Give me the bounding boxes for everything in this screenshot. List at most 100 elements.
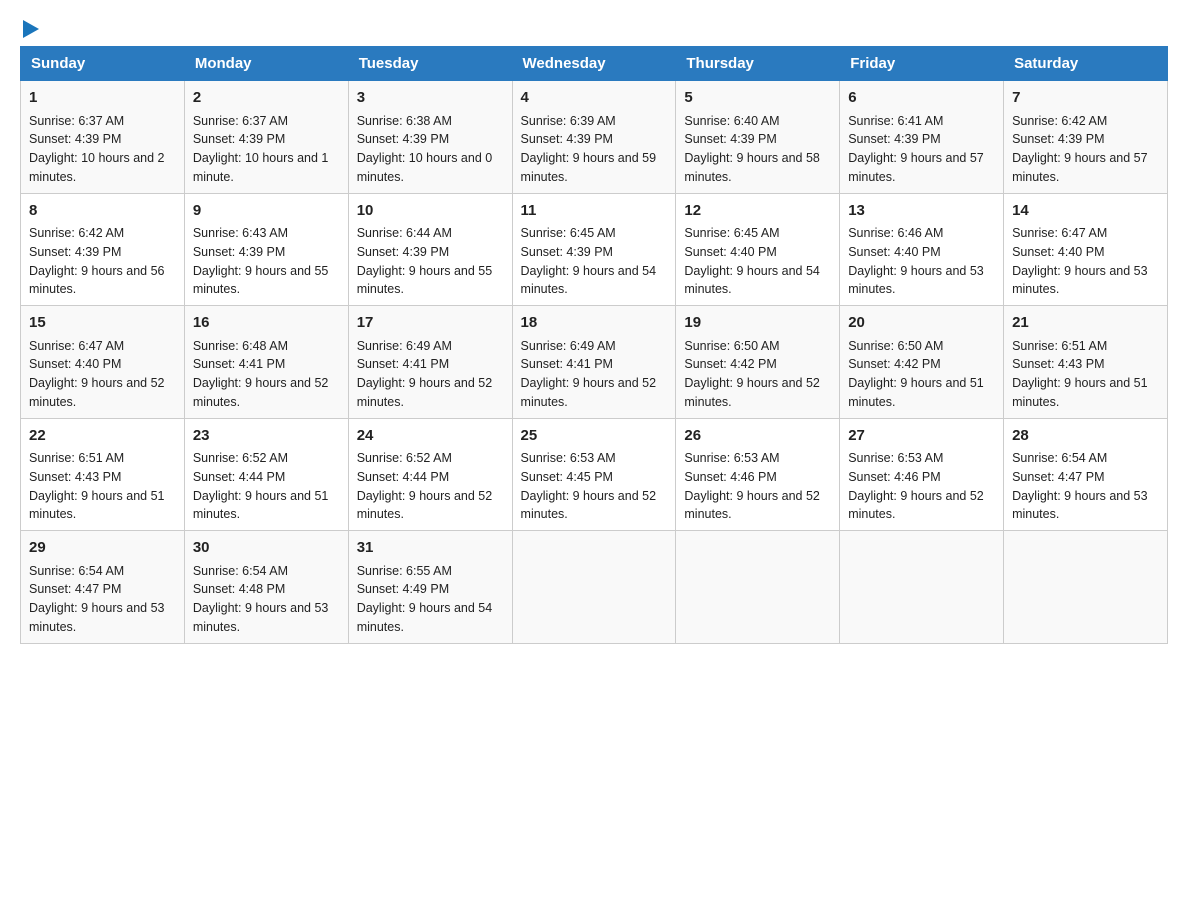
day-sunset: Sunset: 4:39 PM xyxy=(521,245,613,259)
calendar-cell: 1Sunrise: 6:37 AMSunset: 4:39 PMDaylight… xyxy=(21,81,185,194)
day-sunset: Sunset: 4:39 PM xyxy=(521,132,613,146)
day-daylight: Daylight: 9 hours and 52 minutes. xyxy=(193,376,329,409)
day-number: 3 xyxy=(357,87,504,110)
day-sunset: Sunset: 4:39 PM xyxy=(1012,132,1104,146)
calendar-week-row: 8 Sunrise: 6:42 AM Sunset: 4:39 PM Daylight… xyxy=(21,193,1168,306)
calendar-cell xyxy=(1004,531,1168,644)
calendar-cell xyxy=(512,531,676,644)
day-number: 1 xyxy=(29,87,176,110)
day-sunset: Sunset: 4:40 PM xyxy=(29,357,121,371)
day-sunrise: Sunrise: 6:42 AM xyxy=(1012,114,1107,128)
logo xyxy=(20,20,39,36)
day-daylight: Daylight: 9 hours and 52 minutes. xyxy=(357,489,493,522)
day-sunset: Sunset: 4:39 PM xyxy=(193,132,285,146)
day-sunset: Sunset: 4:39 PM xyxy=(193,245,285,259)
day-sunrise: Sunrise: 6:55 AM xyxy=(357,564,452,578)
day-number: 23 xyxy=(193,425,340,448)
calendar-cell: 29Sunrise: 6:54 AMSunset: 4:47 PMDayligh… xyxy=(21,531,185,644)
day-sunrise: Sunrise: 6:37 AM xyxy=(193,114,288,128)
day-sunrise: Sunrise: 6:48 AM xyxy=(193,339,288,353)
day-daylight: Daylight: 9 hours and 53 minutes. xyxy=(848,264,984,297)
day-number: 19 xyxy=(684,312,831,335)
day-daylight: Daylight: 9 hours and 57 minutes. xyxy=(1012,151,1148,184)
calendar-week-row: 29Sunrise: 6:54 AMSunset: 4:47 PMDayligh… xyxy=(21,531,1168,644)
calendar-cell: 4Sunrise: 6:39 AMSunset: 4:39 PMDaylight… xyxy=(512,81,676,194)
day-sunrise: Sunrise: 6:52 AM xyxy=(357,451,452,465)
calendar-cell: 30 Sunrise: 6:54 AM Sunset: 4:48 PM Dayligh… xyxy=(184,531,348,644)
day-header-thursday: Thursday xyxy=(676,47,840,81)
day-number: 2 xyxy=(193,87,340,110)
day-sunrise: Sunrise: 6:42 AM xyxy=(29,226,124,240)
calendar-cell: 31Sunrise: 6:55 AMSunset: 4:49 PMDayligh… xyxy=(348,531,512,644)
day-daylight: Daylight: 9 hours and 51 minutes. xyxy=(1012,376,1148,409)
day-sunset: Sunset: 4:44 PM xyxy=(193,470,285,484)
calendar-cell: 21Sunrise: 6:51 AMSunset: 4:43 PMDayligh… xyxy=(1004,306,1168,419)
day-number: 22 xyxy=(29,425,176,448)
day-number: 5 xyxy=(684,87,831,110)
day-daylight: Daylight: 9 hours and 54 minutes. xyxy=(684,264,820,297)
calendar-cell: 13Sunrise: 6:46 AMSunset: 4:40 PMDayligh… xyxy=(840,193,1004,306)
day-daylight: Daylight: 9 hours and 52 minutes. xyxy=(521,489,657,522)
day-sunrise: Sunrise: 6:47 AM xyxy=(1012,226,1107,240)
calendar-cell: 28Sunrise: 6:54 AMSunset: 4:47 PMDayligh… xyxy=(1004,418,1168,531)
day-daylight: Daylight: 9 hours and 53 minutes. xyxy=(193,601,329,634)
day-daylight: Daylight: 9 hours and 51 minutes. xyxy=(848,376,984,409)
day-number: 26 xyxy=(684,425,831,448)
day-number: 14 xyxy=(1012,200,1159,223)
day-daylight: Daylight: 9 hours and 57 minutes. xyxy=(848,151,984,184)
day-sunrise: Sunrise: 6:54 AM xyxy=(193,564,288,578)
calendar-cell xyxy=(840,531,1004,644)
calendar-table: SundayMondayTuesdayWednesdayThursdayFrid… xyxy=(20,46,1168,644)
day-header-saturday: Saturday xyxy=(1004,47,1168,81)
day-daylight: Daylight: 9 hours and 51 minutes. xyxy=(193,489,329,522)
calendar-cell: 16Sunrise: 6:48 AMSunset: 4:41 PMDayligh… xyxy=(184,306,348,419)
day-sunrise: Sunrise: 6:54 AM xyxy=(29,564,124,578)
day-sunset: Sunset: 4:48 PM xyxy=(193,582,285,596)
day-daylight: Daylight: 9 hours and 53 minutes. xyxy=(1012,489,1148,522)
day-number: 27 xyxy=(848,425,995,448)
day-daylight: Daylight: 9 hours and 52 minutes. xyxy=(521,376,657,409)
calendar-cell: 14Sunrise: 6:47 AMSunset: 4:40 PMDayligh… xyxy=(1004,193,1168,306)
day-number: 20 xyxy=(848,312,995,335)
day-daylight: Daylight: 9 hours and 59 minutes. xyxy=(521,151,657,184)
day-number: 15 xyxy=(29,312,176,335)
day-daylight: Daylight: 9 hours and 55 minutes. xyxy=(193,264,329,297)
day-sunrise: Sunrise: 6:49 AM xyxy=(357,339,452,353)
day-sunset: Sunset: 4:42 PM xyxy=(684,357,776,371)
day-sunset: Sunset: 4:39 PM xyxy=(29,132,121,146)
day-daylight: Daylight: 9 hours and 51 minutes. xyxy=(29,489,165,522)
day-sunrise: Sunrise: 6:41 AM xyxy=(848,114,943,128)
day-header-monday: Monday xyxy=(184,47,348,81)
day-sunset: Sunset: 4:42 PM xyxy=(848,357,940,371)
day-sunrise: Sunrise: 6:43 AM xyxy=(193,226,288,240)
day-sunset: Sunset: 4:39 PM xyxy=(848,132,940,146)
day-number: 8 xyxy=(29,200,176,223)
day-sunrise: Sunrise: 6:44 AM xyxy=(357,226,452,240)
day-sunset: Sunset: 4:41 PM xyxy=(193,357,285,371)
day-sunset: Sunset: 4:46 PM xyxy=(684,470,776,484)
day-number: 6 xyxy=(848,87,995,110)
day-number: 24 xyxy=(357,425,504,448)
day-number: 9 xyxy=(193,200,340,223)
day-header-tuesday: Tuesday xyxy=(348,47,512,81)
day-daylight: Daylight: 9 hours and 54 minutes. xyxy=(521,264,657,297)
day-header-sunday: Sunday xyxy=(21,47,185,81)
day-sunrise: Sunrise: 6:46 AM xyxy=(848,226,943,240)
calendar-cell: 8Sunrise: 6:42 AMSunset: 4:39 PMDaylight… xyxy=(21,193,185,306)
calendar-cell: 9 Sunrise: 6:43 AM Sunset: 4:39 PM Daylight… xyxy=(184,193,348,306)
day-daylight: Daylight: 9 hours and 52 minutes. xyxy=(848,489,984,522)
calendar-cell: 17Sunrise: 6:49 AMSunset: 4:41 PMDayligh… xyxy=(348,306,512,419)
day-number: 18 xyxy=(521,312,668,335)
day-daylight: Daylight: 9 hours and 55 minutes. xyxy=(357,264,493,297)
day-sunrise: Sunrise: 6:53 AM xyxy=(848,451,943,465)
day-header-wednesday: Wednesday xyxy=(512,47,676,81)
day-sunrise: Sunrise: 6:53 AM xyxy=(684,451,779,465)
day-sunrise: Sunrise: 6:37 AM xyxy=(29,114,124,128)
day-sunset: Sunset: 4:47 PM xyxy=(1012,470,1104,484)
calendar-cell: 3Sunrise: 6:38 AMSunset: 4:39 PMDaylight… xyxy=(348,81,512,194)
day-sunset: Sunset: 4:46 PM xyxy=(848,470,940,484)
day-number: 30 xyxy=(193,537,340,560)
day-number: 28 xyxy=(1012,425,1159,448)
day-sunset: Sunset: 4:39 PM xyxy=(684,132,776,146)
day-sunrise: Sunrise: 6:52 AM xyxy=(193,451,288,465)
